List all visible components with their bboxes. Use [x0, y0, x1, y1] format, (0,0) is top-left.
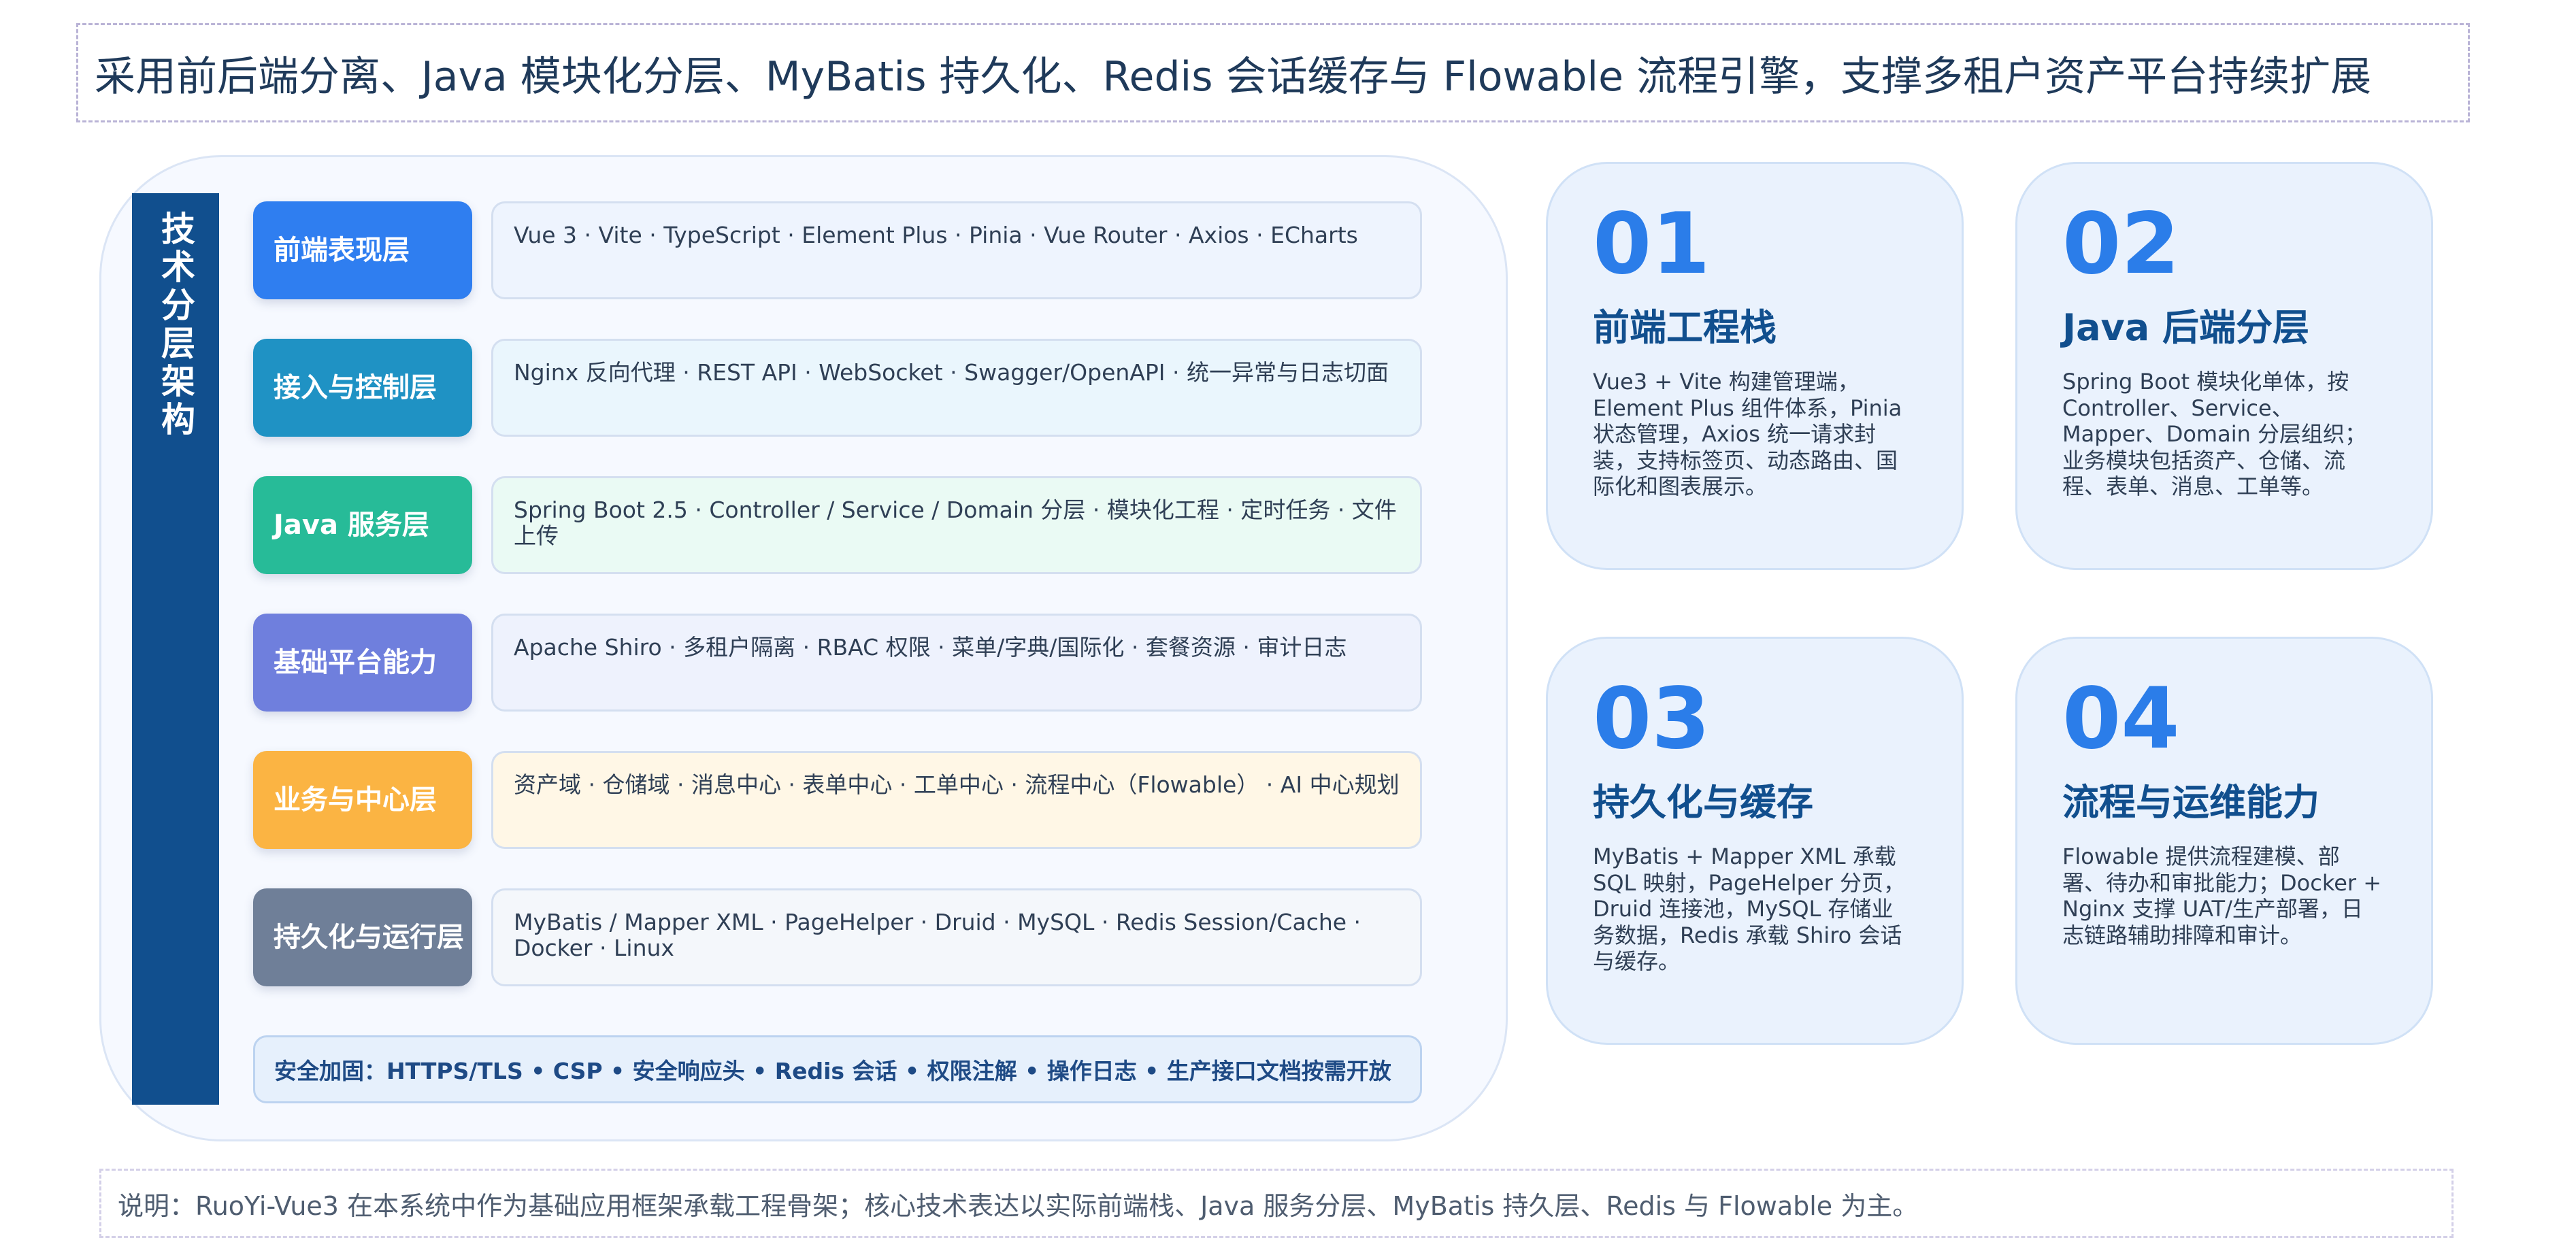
layer-desc-persistence: MyBatis / Mapper XML · PageHelper · Drui…	[491, 888, 1422, 986]
card-title: Java 后端分层	[2062, 306, 2309, 350]
footer-note-box: 说明：RuoYi-Vue3 在本系统中作为基础应用框架承载工程骨架；核心技术表达…	[99, 1169, 2454, 1238]
footer-note: 说明：RuoYi-Vue3 在本系统中作为基础应用框架承载工程骨架；核心技术表达…	[118, 1190, 1919, 1221]
card-text: Flowable 提供流程建模、部署、待办和审批能力；Docker + Ngin…	[2062, 843, 2382, 948]
layer-desc-business: 资产域 · 仓储域 · 消息中心 · 表单中心 · 工单中心 · 流程中心（Fl…	[491, 751, 1422, 849]
card-text: Vue3 + Vite 构建管理端，Element Plus 组件体系，Pini…	[1593, 369, 1902, 499]
card-title: 前端工程栈	[1593, 306, 1777, 350]
card-text: Spring Boot 模块化单体，按 Controller、Service、M…	[2062, 369, 2367, 499]
architecture-side-label: 技术分层架构	[132, 193, 219, 1105]
card-workflow-ops: 04 流程与运维能力 Flowable 提供流程建模、部署、待办和审批能力；Do…	[2015, 637, 2433, 1045]
card-number: 01	[1593, 195, 1711, 293]
layer-label-business: 业务与中心层	[253, 751, 472, 849]
card-title: 流程与运维能力	[2062, 781, 2319, 824]
layer-label-gateway: 接入与控制层	[253, 339, 472, 437]
card-java-backend: 02 Java 后端分层 Spring Boot 模块化单体，按 Control…	[2015, 162, 2433, 570]
layer-label-java-service: Java 服务层	[253, 476, 472, 574]
layer-label-frontend: 前端表现层	[253, 201, 472, 299]
card-frontend-stack: 01 前端工程栈 Vue3 + Vite 构建管理端，Element Plus …	[1546, 162, 1964, 570]
side-label-text: 技术分层架构	[156, 211, 195, 439]
security-text: 安全加固：HTTPS/TLS • CSP • 安全响应头 • Redis 会话 …	[274, 1058, 1391, 1084]
layer-label-persistence: 持久化与运行层	[253, 888, 472, 986]
title-banner: 采用前后端分离、Java 模块化分层、MyBatis 持久化、Redis 会话缓…	[76, 23, 2470, 122]
page-title: 采用前后端分离、Java 模块化分层、MyBatis 持久化、Redis 会话缓…	[95, 52, 2372, 101]
security-banner: 安全加固：HTTPS/TLS • CSP • 安全响应头 • Redis 会话 …	[253, 1035, 1422, 1103]
card-title: 持久化与缓存	[1593, 781, 1813, 824]
layer-desc-java-service: Spring Boot 2.5 · Controller / Service /…	[491, 476, 1422, 574]
card-number: 04	[2062, 670, 2180, 768]
card-text: MyBatis + Mapper XML 承载 SQL 映射，PageHelpe…	[1593, 843, 1905, 974]
layer-desc-gateway: Nginx 反向代理 · REST API · WebSocket · Swag…	[491, 339, 1422, 437]
layer-desc-frontend: Vue 3 · Vite · TypeScript · Element Plus…	[491, 201, 1422, 299]
layer-label-platform: 基础平台能力	[253, 614, 472, 712]
card-number: 02	[2062, 195, 2180, 293]
layer-desc-platform: Apache Shiro · 多租户隔离 · RBAC 权限 · 菜单/字典/国…	[491, 614, 1422, 712]
card-persistence-cache: 03 持久化与缓存 MyBatis + Mapper XML 承载 SQL 映射…	[1546, 637, 1964, 1045]
card-number: 03	[1593, 670, 1711, 768]
